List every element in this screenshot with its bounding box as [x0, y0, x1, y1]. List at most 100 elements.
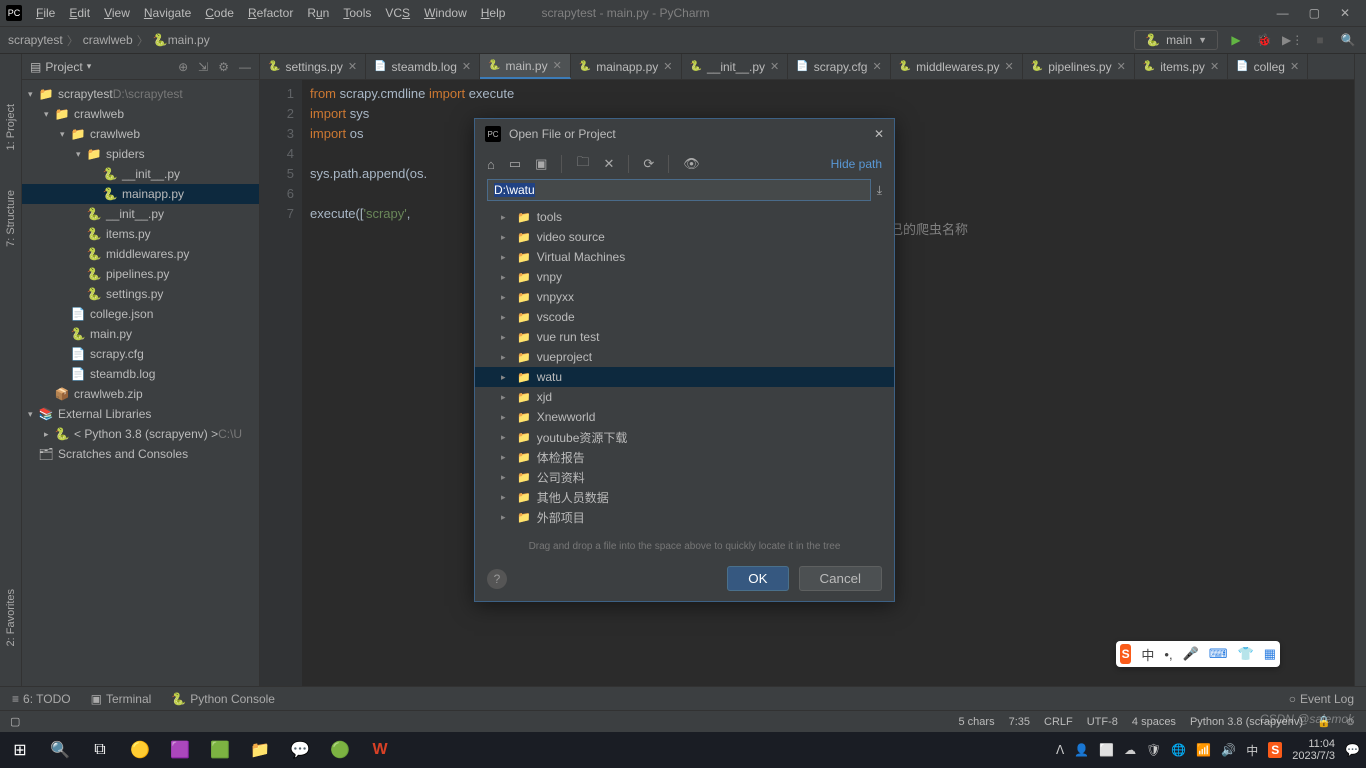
- menu-file[interactable]: File: [30, 3, 61, 23]
- breadcrumb-file[interactable]: main.py: [168, 33, 210, 47]
- status-position[interactable]: 7:35: [1009, 716, 1030, 728]
- folder-tree[interactable]: ▸📁tools▸📁video source▸📁Virtual Machines▸…: [475, 207, 894, 537]
- network-icon[interactable]: 🌐: [1171, 743, 1186, 757]
- tree-item[interactable]: 🐍pipelines.py: [22, 264, 259, 284]
- tree-item[interactable]: 📁crawlweb: [22, 124, 259, 144]
- folder-item[interactable]: ▸📁Virtual Machines: [475, 247, 894, 267]
- python-console-tool[interactable]: 🐍 Python Console: [171, 692, 275, 706]
- security-icon[interactable]: 🛡: [1146, 743, 1161, 757]
- status-encoding[interactable]: UTF-8: [1087, 716, 1118, 728]
- project-tree[interactable]: 📁scrapytest D:\scrapytest📁crawlweb📁crawl…: [22, 80, 259, 468]
- start-button[interactable]: ⊞: [6, 736, 34, 764]
- app-icon[interactable]: 🟢: [326, 736, 354, 764]
- tree-item[interactable]: 📄college.json: [22, 304, 259, 324]
- tool-project[interactable]: 1: Project: [5, 104, 17, 150]
- tab-close-icon[interactable]: ✕: [553, 59, 562, 72]
- volume-icon[interactable]: 🔊: [1221, 743, 1236, 757]
- run-coverage-button[interactable]: ▶⋮: [1282, 33, 1302, 47]
- terminal-tool[interactable]: ▣ Terminal: [91, 692, 152, 706]
- tree-item[interactable]: 🐍settings.py: [22, 284, 259, 304]
- tool-favorites[interactable]: 2: Favorites: [5, 589, 17, 646]
- pycharm-icon[interactable]: 🟩: [206, 736, 234, 764]
- tree-item[interactable]: 🐍__init__.py: [22, 164, 259, 184]
- tab-close-icon[interactable]: ✕: [872, 60, 881, 73]
- event-log-tool[interactable]: ○ Event Log: [1289, 692, 1354, 706]
- minimize-button[interactable]: —: [1277, 6, 1289, 20]
- folder-item[interactable]: ▸📁vueproject: [475, 347, 894, 367]
- folder-item[interactable]: ▸📁video source: [475, 227, 894, 247]
- apply-path-icon[interactable]: ⤓: [877, 183, 882, 198]
- menu-help[interactable]: Help: [475, 3, 512, 23]
- home-icon[interactable]: ⌂: [487, 157, 495, 172]
- menu-run[interactable]: Run: [301, 3, 335, 23]
- hide-icon[interactable]: —: [239, 60, 251, 74]
- menu-edit[interactable]: Edit: [63, 3, 96, 23]
- settings-icon[interactable]: ⚙: [218, 60, 229, 74]
- tab-close-icon[interactable]: ✕: [1290, 60, 1299, 73]
- editor-tab[interactable]: 🐍items.py✕: [1135, 54, 1228, 79]
- tree-item[interactable]: 📄steamdb.log: [22, 364, 259, 384]
- ime-punct-icon[interactable]: •,: [1164, 647, 1172, 662]
- tree-item[interactable]: 🐍< Python 3.8 (scrapyenv) > C:\U: [22, 424, 259, 444]
- taskbar-clock[interactable]: 11:04 2023/7/3: [1292, 738, 1335, 762]
- intellij-icon[interactable]: 🟪: [166, 736, 194, 764]
- tab-close-icon[interactable]: ✕: [770, 60, 779, 73]
- menu-window[interactable]: Window: [418, 3, 473, 23]
- editor-tab[interactable]: 🐍pipelines.py✕: [1023, 54, 1135, 79]
- maximize-button[interactable]: ▢: [1309, 6, 1320, 20]
- editor-tab[interactable]: 🐍settings.py✕: [260, 54, 366, 79]
- debug-button[interactable]: 🐞: [1254, 33, 1274, 47]
- project-icon[interactable]: ▣: [535, 156, 547, 172]
- tree-item[interactable]: 🗂Scratches and Consoles: [22, 444, 259, 464]
- tab-close-icon[interactable]: ✕: [1005, 60, 1014, 73]
- sidebar-title[interactable]: ▤ Project ▾: [30, 60, 91, 74]
- tree-item[interactable]: 🐍middlewares.py: [22, 244, 259, 264]
- ime-indicator[interactable]: 中: [1246, 742, 1258, 759]
- status-lineending[interactable]: CRLF: [1044, 716, 1073, 728]
- folder-item[interactable]: ▸📁vue run test: [475, 327, 894, 347]
- ime-lang[interactable]: 中: [1141, 645, 1154, 664]
- sogou-tray-icon[interactable]: S: [1268, 742, 1282, 758]
- tree-item[interactable]: 📁spiders: [22, 144, 259, 164]
- editor-tab[interactable]: 🐍mainapp.py✕: [571, 54, 682, 79]
- tray-app-icon[interactable]: ⬜: [1099, 743, 1114, 757]
- wechat-icon[interactable]: 💬: [286, 736, 314, 764]
- breadcrumb-root[interactable]: scrapytest: [8, 33, 63, 47]
- breadcrumb-folder[interactable]: crawlweb: [83, 33, 133, 47]
- status-indent[interactable]: 4 spaces: [1132, 716, 1176, 728]
- tree-item[interactable]: 🐍mainapp.py: [22, 184, 259, 204]
- cancel-button[interactable]: Cancel: [799, 566, 883, 591]
- folder-item[interactable]: ▸📁vnpy: [475, 267, 894, 287]
- refresh-icon[interactable]: ⟳: [643, 156, 654, 172]
- folder-item[interactable]: ▸📁Xnewworld: [475, 407, 894, 427]
- tree-item[interactable]: 📁scrapytest D:\scrapytest: [22, 84, 259, 104]
- people-icon[interactable]: 👤: [1074, 743, 1089, 757]
- editor-tab[interactable]: 🐍__init__.py✕: [682, 54, 789, 79]
- delete-icon[interactable]: ✕: [603, 156, 614, 172]
- collapse-all-icon[interactable]: ⇲: [198, 60, 208, 74]
- folder-item[interactable]: ▸📁xjd: [475, 387, 894, 407]
- ime-toolbar[interactable]: S 中 •, 🎤 ⌨ 👕 ▦: [1116, 641, 1280, 667]
- tray-overflow-icon[interactable]: ᐱ: [1056, 743, 1064, 757]
- run-button[interactable]: ▶: [1226, 33, 1246, 47]
- wifi-icon[interactable]: 📶: [1196, 743, 1211, 757]
- menu-view[interactable]: View: [98, 3, 136, 23]
- chrome-icon[interactable]: 🟡: [126, 736, 154, 764]
- explorer-icon[interactable]: 📁: [246, 736, 274, 764]
- ime-voice-icon[interactable]: 🎤: [1183, 646, 1199, 662]
- run-config-selector[interactable]: 🐍 main ▼: [1134, 30, 1218, 50]
- tab-close-icon[interactable]: ✕: [462, 60, 471, 73]
- close-button[interactable]: ✕: [1340, 6, 1350, 20]
- tab-close-icon[interactable]: ✕: [663, 60, 672, 73]
- editor-tab[interactable]: 🐍middlewares.py✕: [891, 54, 1023, 79]
- editor-tab[interactable]: 📄steamdb.log✕: [366, 54, 480, 79]
- menu-navigate[interactable]: Navigate: [138, 3, 197, 23]
- task-view-button[interactable]: ⧉: [86, 736, 114, 764]
- tree-item[interactable]: 🐍main.py: [22, 324, 259, 344]
- menu-vcs[interactable]: VCS: [379, 3, 416, 23]
- path-input[interactable]: [487, 179, 871, 201]
- statusbar-icon[interactable]: ▢: [10, 715, 20, 728]
- menu-refactor[interactable]: Refactor: [242, 3, 299, 23]
- tree-item[interactable]: 📄scrapy.cfg: [22, 344, 259, 364]
- folder-item[interactable]: ▸📁youtube资源下载: [475, 427, 894, 447]
